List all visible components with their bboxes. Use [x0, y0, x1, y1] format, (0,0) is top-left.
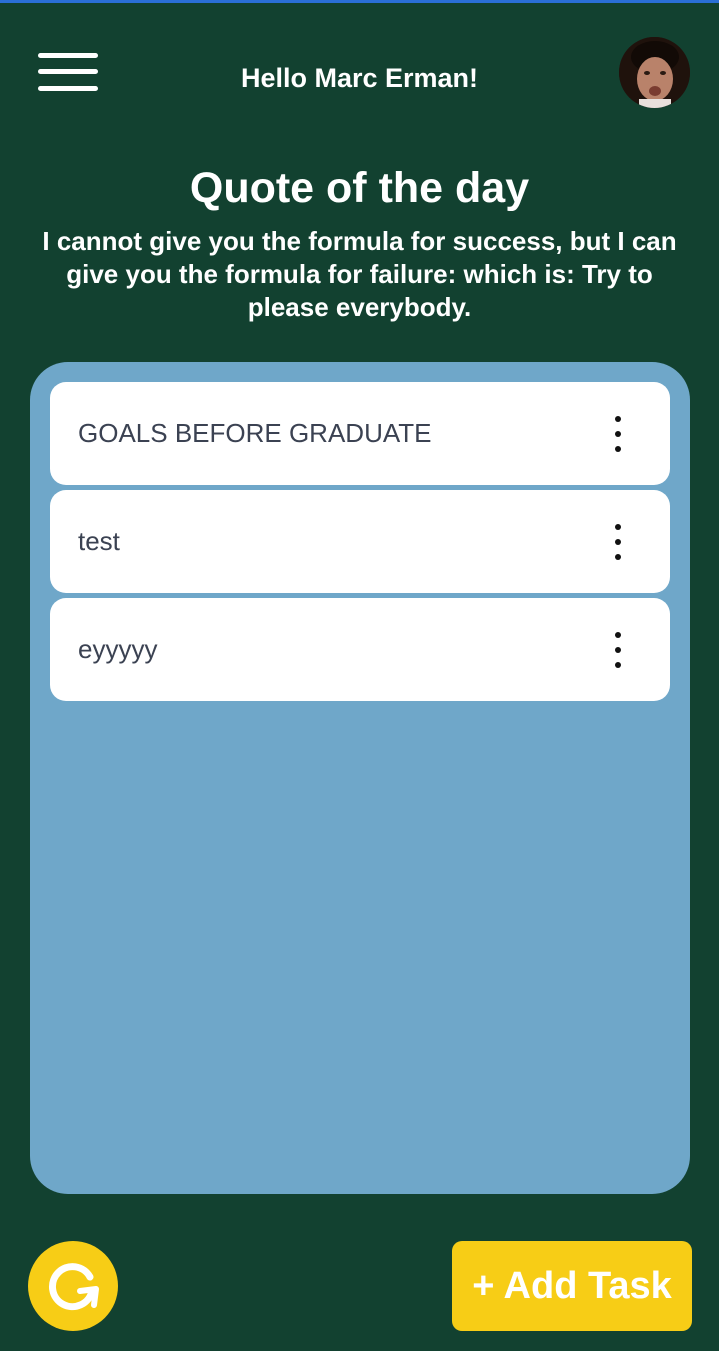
- menu-bar: [38, 69, 98, 74]
- task-title: eyyyyy: [78, 634, 158, 664]
- refresh-icon[interactable]: [28, 1241, 118, 1331]
- user-avatar[interactable]: [619, 37, 690, 108]
- quote-text: I cannot give you the formula for succes…: [42, 226, 677, 322]
- top-accent-line: [0, 0, 719, 3]
- hamburger-menu-icon[interactable]: [38, 53, 98, 93]
- task-title: test: [78, 526, 120, 556]
- menu-bar: [38, 53, 98, 58]
- task-card[interactable]: eyyyyy: [50, 598, 670, 701]
- task-card[interactable]: test: [50, 490, 670, 593]
- greeting-text: Hello Marc Erman!: [240, 63, 479, 93]
- quote-title: Quote of the day: [189, 164, 530, 212]
- menu-bar: [38, 86, 98, 91]
- more-vertical-icon[interactable]: [606, 629, 630, 671]
- more-vertical-icon[interactable]: [606, 521, 630, 563]
- task-card[interactable]: GOALS BEFORE GRADUATE: [50, 382, 670, 485]
- add-task-button[interactable]: + Add Task: [452, 1241, 692, 1331]
- task-list-panel: GOALS BEFORE GRADUATE test eyyyyy: [30, 362, 690, 1194]
- task-title: GOALS BEFORE GRADUATE: [78, 418, 432, 448]
- more-vertical-icon[interactable]: [606, 413, 630, 455]
